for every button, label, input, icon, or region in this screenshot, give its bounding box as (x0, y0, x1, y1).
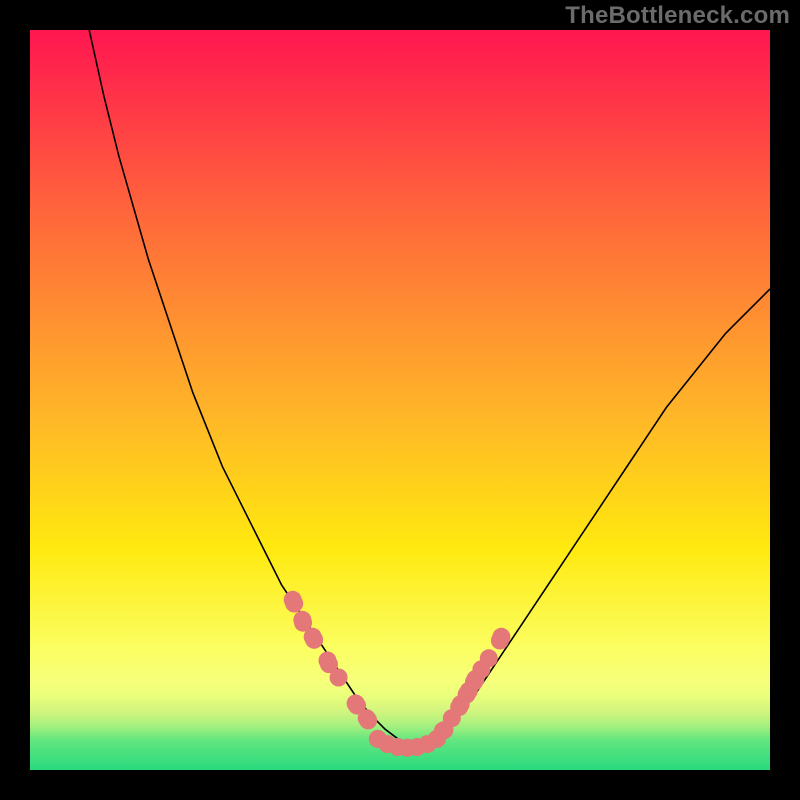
plot-frame (30, 30, 770, 770)
data-marker (305, 631, 323, 649)
data-marker (330, 669, 348, 687)
data-marker (492, 628, 510, 646)
data-marker (480, 649, 498, 667)
data-marker (285, 595, 303, 613)
plot-svg (30, 30, 770, 770)
data-marker (359, 711, 377, 729)
gradient-background (30, 30, 770, 770)
watermark-text: TheBottleneck.com (565, 2, 790, 30)
